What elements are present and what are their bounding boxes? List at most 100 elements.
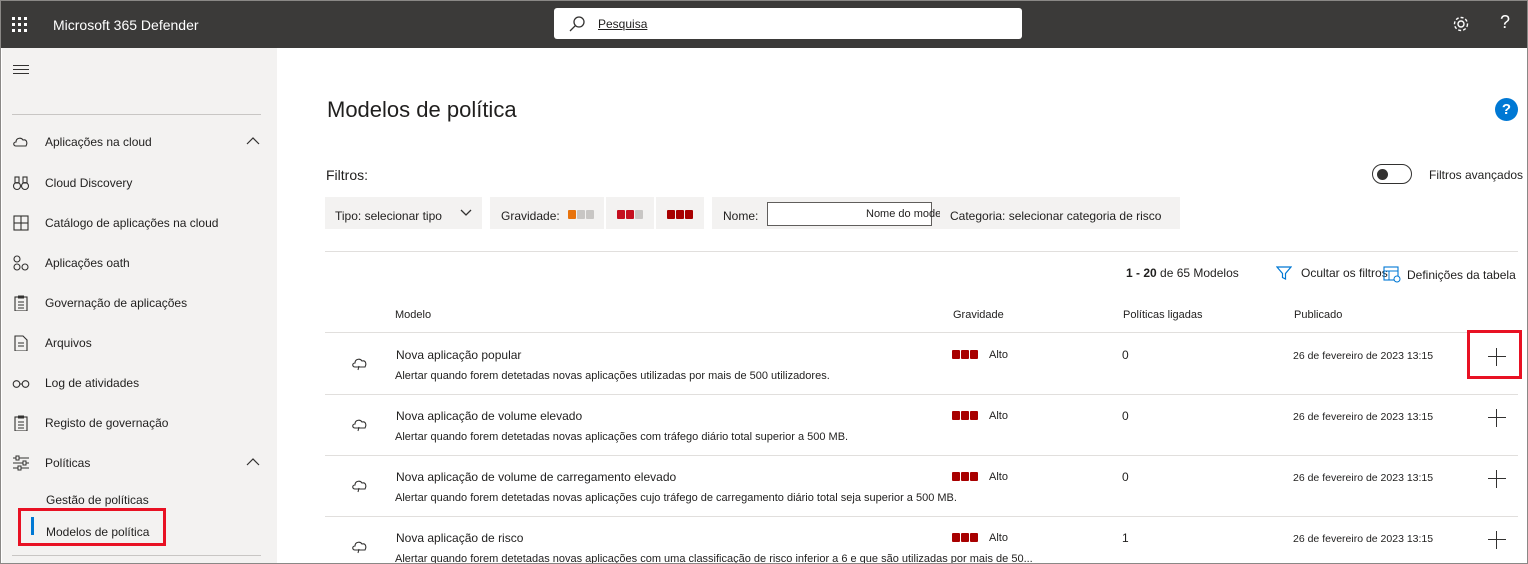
- search-input[interactable]: Pesquisa: [554, 8, 1022, 39]
- severity-high-icon: [952, 533, 978, 542]
- sidebar-item-app-catalog[interactable]: Catálogo de aplicações na cloud: [2, 207, 277, 239]
- template-name[interactable]: Nova aplicação de risco: [396, 531, 523, 545]
- toggle-knob: [1377, 169, 1388, 180]
- table-settings-icon: [1383, 266, 1401, 283]
- column-header-published[interactable]: Publicado: [1294, 309, 1342, 321]
- add-policy-button[interactable]: [1488, 531, 1506, 549]
- chevron-up-icon[interactable]: [246, 457, 260, 467]
- severity-label: Alto: [989, 410, 1008, 422]
- severity-filter: Gravidade:: [490, 197, 604, 229]
- name-filter-label: Nome:: [723, 209, 759, 223]
- sidebar-item-label: Políticas: [45, 456, 91, 470]
- hide-filters-label: Ocultar os filtros: [1301, 266, 1388, 280]
- sidebar-item-oauth-apps[interactable]: Aplicações oath: [2, 247, 277, 279]
- sidebar-item-cloud-discovery[interactable]: Cloud Discovery: [2, 167, 277, 199]
- search-placeholder: Pesquisa: [598, 17, 648, 31]
- advanced-filters-label: Filtros avançados: [1429, 168, 1524, 182]
- linked-policies-count: 0: [1122, 348, 1129, 362]
- hamburger-menu-icon[interactable]: [13, 65, 29, 77]
- severity-label: Alto: [989, 349, 1008, 361]
- sidebar-item-label: Catálogo de aplicações na cloud: [45, 216, 219, 230]
- oauth-apps-icon: [13, 255, 29, 271]
- sidebar-item-app-governance[interactable]: Governação de aplicações: [2, 287, 277, 319]
- column-header-linked-policies[interactable]: Políticas ligadas: [1123, 309, 1203, 321]
- published-date: 26 de fevereiro de 2023 13:15: [1293, 533, 1434, 545]
- cloud-app-icon: [352, 358, 367, 371]
- sidebar-item-label: Governação de aplicações: [45, 296, 188, 310]
- help-circle-icon[interactable]: ?: [1495, 98, 1518, 121]
- sidebar-subitem-policy-management[interactable]: Gestão de políticas: [46, 493, 149, 507]
- glasses-icon: [12, 380, 30, 388]
- severity-filter-label: Gravidade:: [501, 209, 560, 223]
- chevron-down-icon: [460, 209, 472, 216]
- clipboard-icon: [14, 295, 28, 311]
- template-name[interactable]: Nova aplicação de volume de carregamento…: [396, 470, 676, 484]
- category-filter-dropdown[interactable]: Categoria: selecionar categoria de risco: [940, 197, 1180, 229]
- template-name-input[interactable]: Nome do modelo: [767, 202, 950, 226]
- sidebar-item-label: Registo de governação: [45, 416, 169, 430]
- template-description: Alertar quando forem detetadas novas apl…: [395, 492, 957, 504]
- divider: [325, 251, 1518, 252]
- published-date: 26 de fevereiro de 2023 13:15: [1293, 350, 1434, 362]
- template-description: Alertar quando forem detetadas novas apl…: [395, 431, 849, 443]
- severity-medium-icon: [617, 210, 643, 219]
- template-name[interactable]: Nova aplicação de volume elevado: [396, 409, 582, 423]
- app-window: Microsoft 365 Defender Pesquisa ? Aplica…: [0, 0, 1528, 564]
- settings-gear-icon[interactable]: [1451, 14, 1471, 34]
- type-filter-dropdown[interactable]: Tipo: selecionar tipo: [325, 197, 482, 229]
- help-icon[interactable]: ?: [1500, 12, 1510, 33]
- highlight-box: [18, 508, 166, 546]
- sidebar-item-files[interactable]: Arquivos: [2, 327, 277, 359]
- clipboard-icon: [14, 415, 28, 431]
- advanced-filters-toggle[interactable]: [1372, 164, 1412, 184]
- document-icon: [14, 335, 28, 351]
- severity-high-icon: [952, 411, 978, 420]
- cloud-app-icon: [352, 541, 367, 554]
- linked-policies-count: 1: [1122, 531, 1129, 545]
- app-launcher-icon[interactable]: [12, 17, 28, 33]
- top-bar: Microsoft 365 Defender Pesquisa ?: [1, 1, 1527, 48]
- cloud-app-icon: [352, 419, 367, 432]
- sidebar-item-label: Aplicações oath: [45, 256, 130, 270]
- search-icon: [569, 16, 585, 32]
- sidebar-item-label: Cloud Discovery: [45, 176, 133, 190]
- sidebar-item-policies[interactable]: Políticas: [2, 447, 277, 479]
- result-count: 1 - 20 de 65 Modelos: [1126, 266, 1239, 280]
- sliders-icon: [13, 455, 29, 471]
- sidebar-item-label: Aplicações na cloud: [45, 135, 152, 149]
- filters-label: Filtros:: [326, 167, 368, 183]
- column-header-severity[interactable]: Gravidade: [953, 309, 1004, 321]
- table-row[interactable]: Nova aplicação de volume elevado Alertar…: [325, 394, 1518, 455]
- template-name-placeholder: Nome do modelo: [866, 208, 950, 220]
- table-settings-label: Definições da tabela: [1407, 268, 1516, 282]
- linked-policies-count: 0: [1122, 470, 1129, 484]
- chevron-up-icon[interactable]: [246, 136, 260, 146]
- sidebar-item-governance-log[interactable]: Registo de governação: [2, 407, 277, 439]
- type-filter-label: Tipo: selecionar tipo: [335, 209, 442, 223]
- template-name[interactable]: Nova aplicação popular: [396, 348, 521, 362]
- table-row[interactable]: Nova aplicação popular Alertar quando fo…: [325, 333, 1518, 394]
- table-row[interactable]: Nova aplicação de risco Alertar quando f…: [325, 516, 1518, 563]
- category-filter-label: Categoria: selecionar categoria de risco: [950, 209, 1162, 223]
- page-title: Modelos de política: [327, 97, 517, 122]
- severity-medium-button[interactable]: [606, 197, 654, 229]
- severity-low-button[interactable]: [568, 210, 594, 219]
- linked-policies-count: 0: [1122, 409, 1129, 423]
- catalog-icon: [13, 215, 29, 231]
- cloud-app-icon: [352, 480, 367, 493]
- add-policy-button[interactable]: [1488, 409, 1506, 427]
- template-description: Alertar quando forem detetadas novas apl…: [395, 370, 830, 382]
- published-date: 26 de fevereiro de 2023 13:15: [1293, 411, 1434, 423]
- severity-high-icon: [952, 350, 978, 359]
- result-range: 1 - 20: [1126, 266, 1157, 280]
- table-row[interactable]: Nova aplicação de volume de carregamento…: [325, 455, 1518, 516]
- sidebar-divider: [12, 555, 261, 556]
- sidebar-item-activity-log[interactable]: Log de atividades: [2, 367, 277, 399]
- column-header-template[interactable]: Modelo: [395, 309, 431, 321]
- sidebar: Aplicações na cloud Cloud Discovery Catá…: [2, 48, 277, 563]
- severity-label: Alto: [989, 532, 1008, 544]
- severity-high-button[interactable]: [656, 197, 704, 229]
- sidebar-item-cloud-apps[interactable]: Aplicações na cloud: [2, 126, 277, 158]
- add-policy-button[interactable]: [1488, 470, 1506, 488]
- severity-high-icon: [667, 210, 693, 219]
